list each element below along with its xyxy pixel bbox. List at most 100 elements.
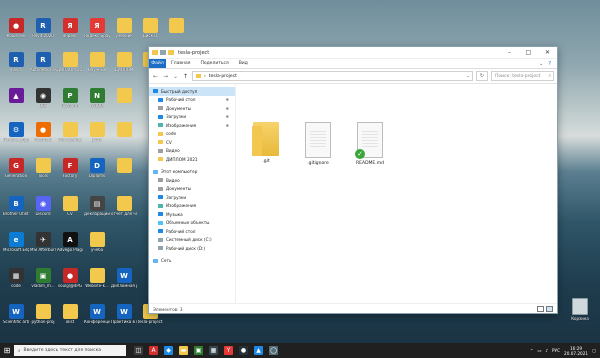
nav-item[interactable]: Объемные объекты: [149, 219, 235, 228]
network-icon[interactable]: ▭: [537, 348, 541, 353]
nav-item[interactable]: Быстрый доступ: [149, 87, 235, 96]
desktop-shortcut[interactable]: CV: [58, 196, 82, 217]
tab-share[interactable]: Поделиться: [195, 61, 233, 66]
desktop-shortcut[interactable]: ◉ Discord: [31, 196, 55, 217]
tray-chevron-icon[interactable]: ⌃: [530, 348, 534, 353]
desktop-shortcut[interactable]: Website-k...: [85, 268, 109, 289]
desktop-shortcut[interactable]: ▦ code: [4, 268, 28, 289]
taskbar-app-icon[interactable]: A: [149, 346, 158, 355]
nav-item[interactable]: code: [149, 130, 235, 139]
taskbar-app-icon[interactable]: ▲: [254, 346, 263, 355]
search-input[interactable]: Поиск: tesla-project ⌕: [491, 71, 554, 81]
desktop-shortcut[interactable]: ▣ vladim_m...: [31, 268, 55, 289]
desktop-shortcut[interactable]: ДИПЛОМ: [112, 52, 136, 73]
recycle-bin-shortcut[interactable]: Корзина: [564, 298, 596, 321]
desktop-shortcut[interactable]: ● Postman: [31, 122, 55, 143]
taskbar-app-icon[interactable]: ◯: [269, 346, 278, 355]
desktop-shortcut[interactable]: Диск D: [138, 18, 162, 39]
desktop-shortcut[interactable]: ● Кошелёк: [4, 18, 28, 39]
minimize-button[interactable]: –: [500, 47, 519, 58]
desktop-shortcut[interactable]: учебник: [112, 18, 136, 39]
taskbar-app-icon[interactable]: Y: [224, 346, 233, 355]
desktop-shortcut[interactable]: G Generation: [4, 158, 28, 179]
up-button[interactable]: ↑: [182, 73, 189, 80]
maximize-button[interactable]: □: [519, 47, 538, 58]
desktop-shortcut[interactable]: [112, 158, 136, 174]
volume-icon[interactable]: ♪: [545, 348, 548, 353]
details-view-icon[interactable]: [537, 306, 544, 312]
notifications-icon[interactable]: ▢: [592, 348, 596, 353]
taskbar-app-icon[interactable]: ▬: [179, 346, 188, 355]
back-button[interactable]: ←: [152, 73, 159, 80]
nav-item[interactable]: Документы: [149, 185, 235, 194]
breadcrumb-current[interactable]: tesla-project: [209, 74, 237, 79]
desktop-shortcut[interactable]: eMicrosoft Edge: [3, 232, 29, 253]
nav-item[interactable]: Рабочий диск (D:): [149, 244, 235, 253]
close-button[interactable]: ✕: [538, 47, 557, 58]
nav-item[interactable]: Загрузки ✱: [149, 113, 235, 122]
desktop-shortcut[interactable]: D Diploms: [85, 158, 109, 179]
desktop-shortcut[interactable]: N NVIDIA: [85, 88, 109, 109]
nav-item[interactable]: Музыка: [149, 210, 235, 219]
nav-item[interactable]: Этот компьютер: [149, 168, 235, 177]
taskbar-app-icon[interactable]: ▦: [209, 346, 218, 355]
nav-item[interactable]: Документы ✱: [149, 104, 235, 113]
taskbar-search[interactable]: ⌕ Введите здесь текст для поиска: [14, 345, 126, 356]
large-icons-view-icon[interactable]: [546, 306, 553, 312]
desktop-shortcut[interactable]: фото: [85, 122, 109, 143]
nav-item[interactable]: Изображения ✱: [149, 121, 235, 130]
properties-icon[interactable]: [160, 50, 166, 55]
desktop-shortcut[interactable]: Я Яндекс: [58, 18, 82, 39]
file-item[interactable]: ✓ README.md: [350, 122, 390, 166]
nav-item[interactable]: Рабочий стол ✱: [149, 96, 235, 105]
help-icon[interactable]: ?: [548, 61, 551, 67]
start-button[interactable]: ⊞: [0, 346, 14, 355]
desktop-shortcut[interactable]: [164, 18, 188, 34]
forward-button[interactable]: →: [162, 73, 169, 80]
pin-icon[interactable]: ✱: [226, 123, 229, 128]
desktop-shortcut[interactable]: ЯЯндекс Браузер: [84, 18, 110, 39]
desktop-shortcut[interactable]: ◉ OBS: [31, 88, 55, 109]
nav-item[interactable]: Изображения: [149, 202, 235, 211]
desktop-shortcut[interactable]: WПрактика в магистратуре: [111, 304, 137, 325]
taskbar-app-icon[interactable]: ◫: [134, 346, 143, 355]
desktop-shortcut[interactable]: BBrother Utilities: [3, 196, 29, 217]
taskbar-app-icon[interactable]: ▣: [194, 346, 203, 355]
new-folder-icon[interactable]: [168, 50, 174, 55]
file-item[interactable]: .git: [246, 122, 286, 164]
desktop-shortcut[interactable]: ✈MSI Afterburner: [30, 232, 56, 253]
desktop-shortcut[interactable]: ● soulgl@4PG: [58, 268, 82, 289]
address-dropdown-icon[interactable]: ⌄: [466, 74, 470, 79]
tab-home[interactable]: Главная: [166, 61, 195, 66]
desktop-shortcut[interactable]: Мои файлы: [58, 122, 82, 143]
desktop-shortcut[interactable]: ▲: [4, 88, 28, 104]
desktop-shortcut[interactable]: AAdvego Plagiatus: [57, 232, 83, 253]
desktop-shortcut[interactable]: WКонференции Агабекян: [84, 304, 110, 325]
pin-icon[interactable]: ✱: [226, 114, 229, 119]
desktop-shortcut[interactable]: R Revit 2020: [31, 18, 55, 39]
taskbar-app-icon[interactable]: ●: [239, 346, 248, 355]
desktop-shortcut[interactable]: [112, 122, 136, 138]
desktop-shortcut[interactable]: F Factory: [58, 158, 82, 179]
desktop-shortcut[interactable]: Tools: [31, 158, 55, 179]
clock[interactable]: 16:29 20.07.2021: [564, 346, 588, 356]
nav-item[interactable]: Видео: [149, 147, 235, 156]
tab-view[interactable]: Вид: [234, 61, 253, 66]
nav-item[interactable]: Системный диск (C:): [149, 236, 235, 245]
desktop-shortcut[interactable]: python-proj: [31, 304, 55, 325]
desktop-shortcut[interactable]: ▤Декларации 2020: [84, 196, 110, 217]
desktop-shortcut[interactable]: учеба: [85, 232, 109, 253]
desktop-shortcut[interactable]: RAutodesk Revit: [30, 52, 56, 73]
desktop-shortcut[interactable]: [112, 88, 136, 104]
ribbon-expand-icon[interactable]: ⌄: [539, 61, 543, 67]
desktop-shortcut[interactable]: ⚙Панель управления: [3, 122, 29, 143]
desktop-shortcut[interactable]: Научные: [85, 52, 109, 73]
pin-icon[interactable]: ✱: [226, 97, 229, 102]
taskbar-app-icon[interactable]: ◆: [164, 346, 173, 355]
pin-icon[interactable]: ✱: [226, 106, 229, 111]
desktop-shortcut[interactable]: ДИПЛОМ 2021: [57, 52, 83, 73]
address-bar[interactable]: › tesla-project ⌄: [192, 71, 473, 81]
nav-item[interactable]: Рабочий стол: [149, 227, 235, 236]
language-indicator[interactable]: РУС: [552, 348, 560, 353]
nav-item[interactable]: Сеть: [149, 257, 235, 266]
